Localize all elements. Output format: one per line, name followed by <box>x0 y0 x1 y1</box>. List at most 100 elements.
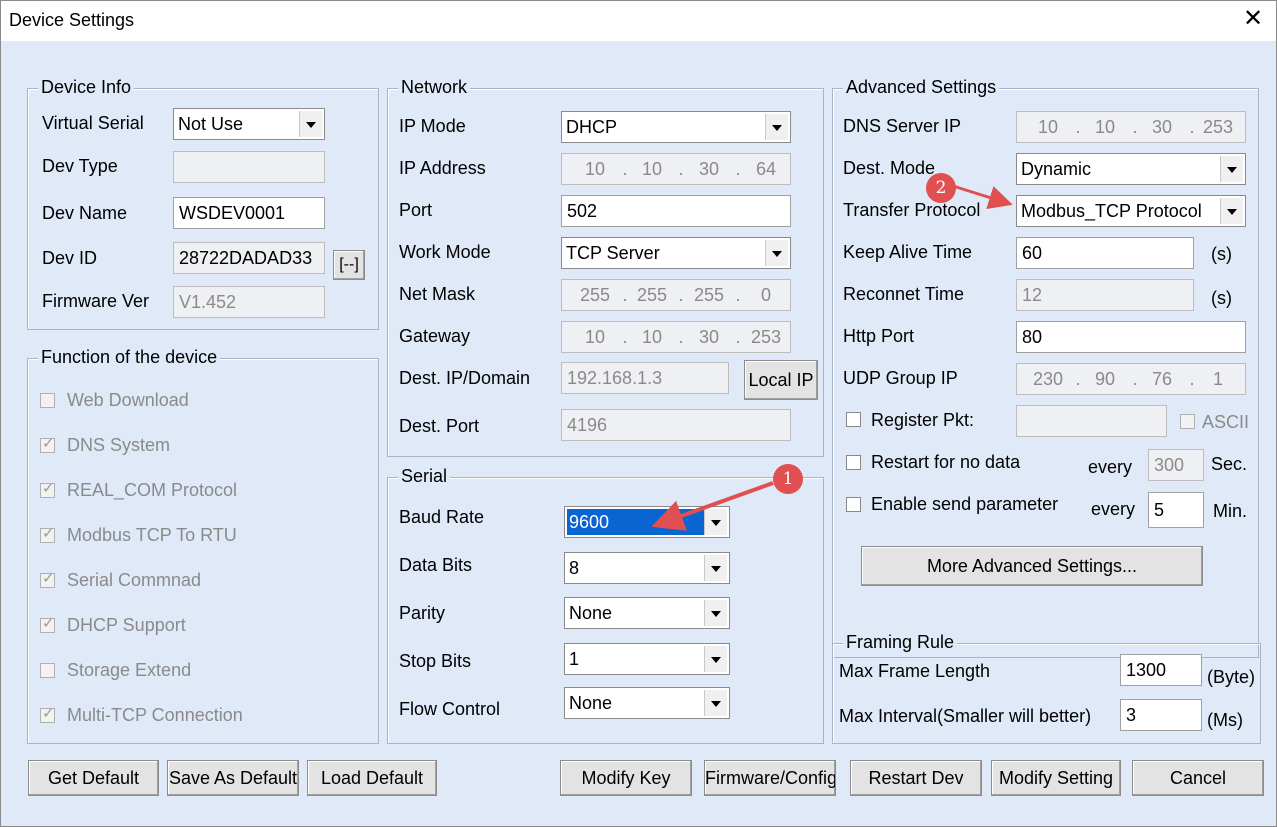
parity-select[interactable]: None <box>564 597 730 629</box>
get-default-button[interactable]: Get Default <box>28 760 159 796</box>
function-checkbox[interactable]: ✓ <box>40 705 55 723</box>
chevron-down-icon[interactable] <box>704 555 727 581</box>
net-mask-label: Net Mask <box>399 284 476 304</box>
ip-dot: . <box>1132 117 1138 137</box>
restart-field[interactable]: 300 <box>1148 449 1204 481</box>
max-interval-label: Max Interval(Smaller will better) <box>839 706 1092 726</box>
dest-port-field[interactable]: 4196 <box>561 409 791 441</box>
enable-send-field[interactable]: 5 <box>1148 492 1204 528</box>
ip-address-field[interactable]: 10. 10. 30. 64 <box>561 153 791 185</box>
parity-label: Parity <box>399 603 446 623</box>
reconnect-field[interactable]: 12 <box>1016 279 1194 311</box>
ip-dot: . <box>1189 369 1195 389</box>
network-group: Network IP Mode DHCP IP Address 10. 10. … <box>387 77 824 457</box>
more-advanced-settings-button[interactable]: More Advanced Settings... <box>861 546 1203 586</box>
chevron-down-icon[interactable] <box>704 600 727 626</box>
chevron-down-icon[interactable] <box>1220 198 1243 224</box>
ip-octet: 10 <box>641 327 663 347</box>
flow-control-select[interactable]: None <box>564 687 730 719</box>
ip-octet: 10 <box>1094 117 1116 137</box>
http-port-field[interactable]: 80 <box>1016 321 1246 353</box>
function-checkbox[interactable]: ✓ <box>40 570 55 588</box>
baud-rate-select[interactable]: 9600 <box>564 506 730 538</box>
max-interval-field[interactable]: 3 <box>1120 699 1202 731</box>
modify-key-button[interactable]: Modify Key <box>560 760 692 796</box>
virtual-serial-select[interactable]: Not Use <box>173 108 325 140</box>
data-bits-select[interactable]: 8 <box>564 552 730 584</box>
udp-group-label: UDP Group IP <box>843 368 958 388</box>
register-pkt-field[interactable] <box>1016 405 1167 437</box>
net-mask-field[interactable]: 255. 255. 255. 0 <box>561 279 791 311</box>
dev-type-field[interactable] <box>173 151 325 183</box>
ip-octet: 10 <box>641 159 663 179</box>
ip-dot: . <box>1075 369 1081 389</box>
load-default-button[interactable]: Load Default <box>307 760 437 796</box>
dev-type-label: Dev Type <box>42 156 118 176</box>
function-label: Modbus TCP To RTU <box>67 525 237 545</box>
chevron-down-icon[interactable] <box>1220 156 1243 182</box>
dev-name-field[interactable]: WSDEV0001 <box>173 197 325 229</box>
gateway-label: Gateway <box>399 326 471 346</box>
reconnect-unit: (s) <box>1211 288 1232 308</box>
ip-dot: . <box>735 159 741 179</box>
max-frame-label: Max Frame Length <box>839 661 991 681</box>
dev-id-button[interactable]: [--] <box>333 250 365 280</box>
close-icon[interactable]: ✕ <box>1240 6 1266 32</box>
save-as-default-button[interactable]: Save As Default <box>167 760 299 796</box>
data-bits-label: Data Bits <box>399 555 473 575</box>
max-frame-field[interactable]: 1300 <box>1120 654 1202 686</box>
dest-ip-field[interactable]: 192.168.1.3 <box>561 362 729 394</box>
ip-octet: 10 <box>584 159 606 179</box>
keep-alive-unit: (s) <box>1211 244 1232 264</box>
gateway-field[interactable]: 10. 10. 30. 253 <box>561 321 791 353</box>
stop-bits-select[interactable]: 1 <box>564 643 730 675</box>
functions-group: Function of the device Web Download ✓ DNS … <box>27 347 379 744</box>
modify-setting-button[interactable]: Modify Setting <box>991 760 1121 796</box>
check-icon: ✓ <box>42 705 55 722</box>
ip-octet: 30 <box>698 327 720 347</box>
ascii-checkbox[interactable] <box>1180 414 1195 429</box>
restart-dev-button[interactable]: Restart Dev <box>850 760 982 796</box>
check-icon: ✓ <box>42 570 55 587</box>
local-ip-button[interactable]: Local IP <box>744 360 818 400</box>
function-checkbox[interactable] <box>40 663 55 678</box>
serial-legend: Serial <box>398 466 451 487</box>
chevron-down-icon[interactable] <box>704 646 727 672</box>
function-checkbox[interactable]: ✓ <box>40 480 55 498</box>
function-label: Storage Extend <box>67 660 192 680</box>
firmware-label: Firmware Ver <box>42 291 150 311</box>
dev-id-field[interactable]: 28722DADAD33 <box>173 242 325 274</box>
chevron-down-icon[interactable] <box>765 240 788 266</box>
firmware-field[interactable]: V1.452 <box>173 286 325 318</box>
dns-field[interactable]: 10. 10. 30. 253 <box>1016 111 1246 143</box>
parity-value: None <box>569 603 613 623</box>
function-checkbox[interactable]: ✓ <box>40 615 55 633</box>
function-checkbox[interactable] <box>40 393 55 408</box>
keep-alive-label: Keep Alive Time <box>843 242 973 262</box>
ip-dot: . <box>735 285 741 305</box>
enable-send-checkbox[interactable] <box>846 497 861 512</box>
data-bits-value: 8 <box>569 558 580 578</box>
ip-dot: . <box>1189 117 1195 137</box>
transfer-protocol-select[interactable]: Modbus_TCP Protocol <box>1016 195 1246 227</box>
function-checkbox[interactable]: ✓ <box>40 435 55 453</box>
chevron-down-icon[interactable] <box>765 114 788 140</box>
port-field[interactable]: 502 <box>561 195 791 227</box>
chevron-down-icon[interactable] <box>704 690 727 716</box>
function-checkbox[interactable]: ✓ <box>40 525 55 543</box>
ip-mode-select[interactable]: DHCP <box>561 111 791 143</box>
work-mode-select[interactable]: TCP Server <box>561 237 791 269</box>
ip-octet: 76 <box>1151 369 1173 389</box>
register-pkt-checkbox[interactable] <box>846 412 861 427</box>
firmware-config-button[interactable]: Firmware/Config <box>704 760 836 796</box>
cancel-button[interactable]: Cancel <box>1132 760 1264 796</box>
restart-checkbox[interactable] <box>846 455 861 470</box>
device-info-group: Device Info Virtual Serial Not Use Dev T… <box>27 77 379 330</box>
dev-id-label: Dev ID <box>42 248 98 268</box>
udp-group-field[interactable]: 230. 90. 76. 1 <box>1016 363 1246 395</box>
keep-alive-field[interactable]: 60 <box>1016 237 1194 269</box>
chevron-down-icon[interactable] <box>299 111 322 137</box>
chevron-down-icon[interactable] <box>704 509 727 535</box>
dest-mode-select[interactable]: Dynamic <box>1016 153 1246 185</box>
functions-legend: Function of the device <box>38 347 221 368</box>
